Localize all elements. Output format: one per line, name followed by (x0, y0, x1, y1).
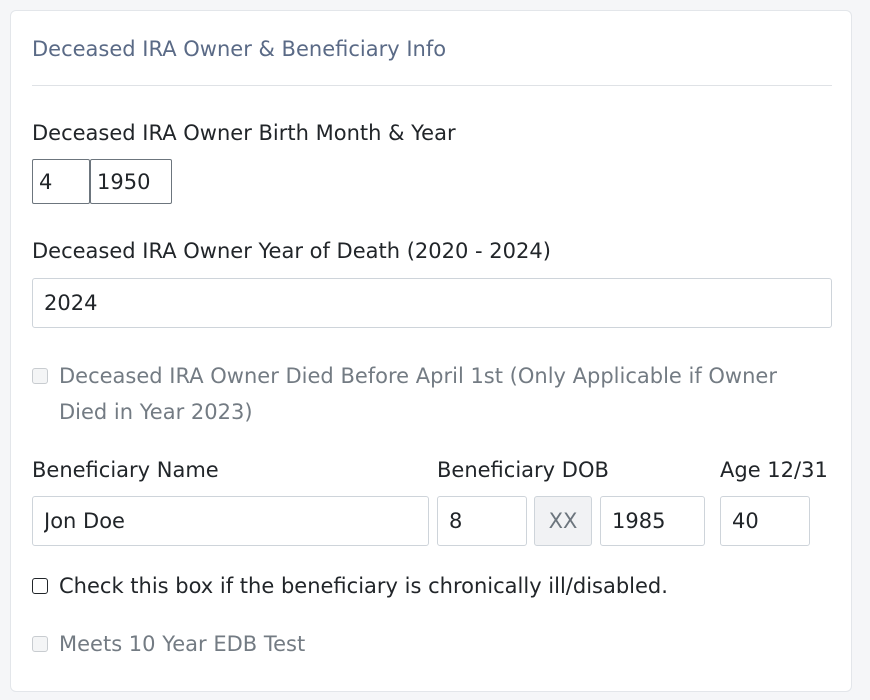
beneficiary-name-label: Beneficiary Name (32, 458, 219, 482)
chronically-ill-checkbox[interactable] (32, 578, 48, 594)
section-title: Deceased IRA Owner & Beneficiary Info (32, 37, 447, 61)
beneficiary-dob-month-input[interactable] (437, 496, 527, 546)
edb-test-checkbox[interactable] (32, 636, 48, 652)
beneficiary-dob-label: Beneficiary DOB (437, 458, 609, 482)
beneficiary-name-input[interactable] (32, 496, 429, 546)
age-input[interactable] (720, 496, 810, 546)
owner-birth-year-input[interactable] (90, 159, 172, 204)
owner-birth-month-input[interactable] (32, 159, 90, 204)
chronically-ill-label[interactable]: Check this box if the beneficiary is chr… (59, 568, 668, 604)
beneficiary-info-card: Deceased IRA Owner & Beneficiary Info De… (10, 10, 852, 692)
beneficiary-dob-year-input[interactable] (600, 496, 705, 546)
owner-death-label: Deceased IRA Owner Year of Death (2020 -… (32, 239, 551, 263)
died-before-april-label-line2: Died in Year 2023) (59, 400, 253, 424)
died-before-april-checkbox[interactable] (32, 368, 48, 384)
age-label: Age 12/31 (720, 458, 828, 482)
owner-birth-label: Deceased IRA Owner Birth Month & Year (32, 121, 456, 145)
section-divider (32, 85, 832, 86)
edb-test-label: Meets 10 Year EDB Test (59, 632, 306, 656)
died-before-april-label-line1: Deceased IRA Owner Died Before April 1st… (59, 364, 777, 388)
owner-death-year-input[interactable] (32, 278, 832, 328)
beneficiary-dob-day-input (534, 496, 592, 546)
